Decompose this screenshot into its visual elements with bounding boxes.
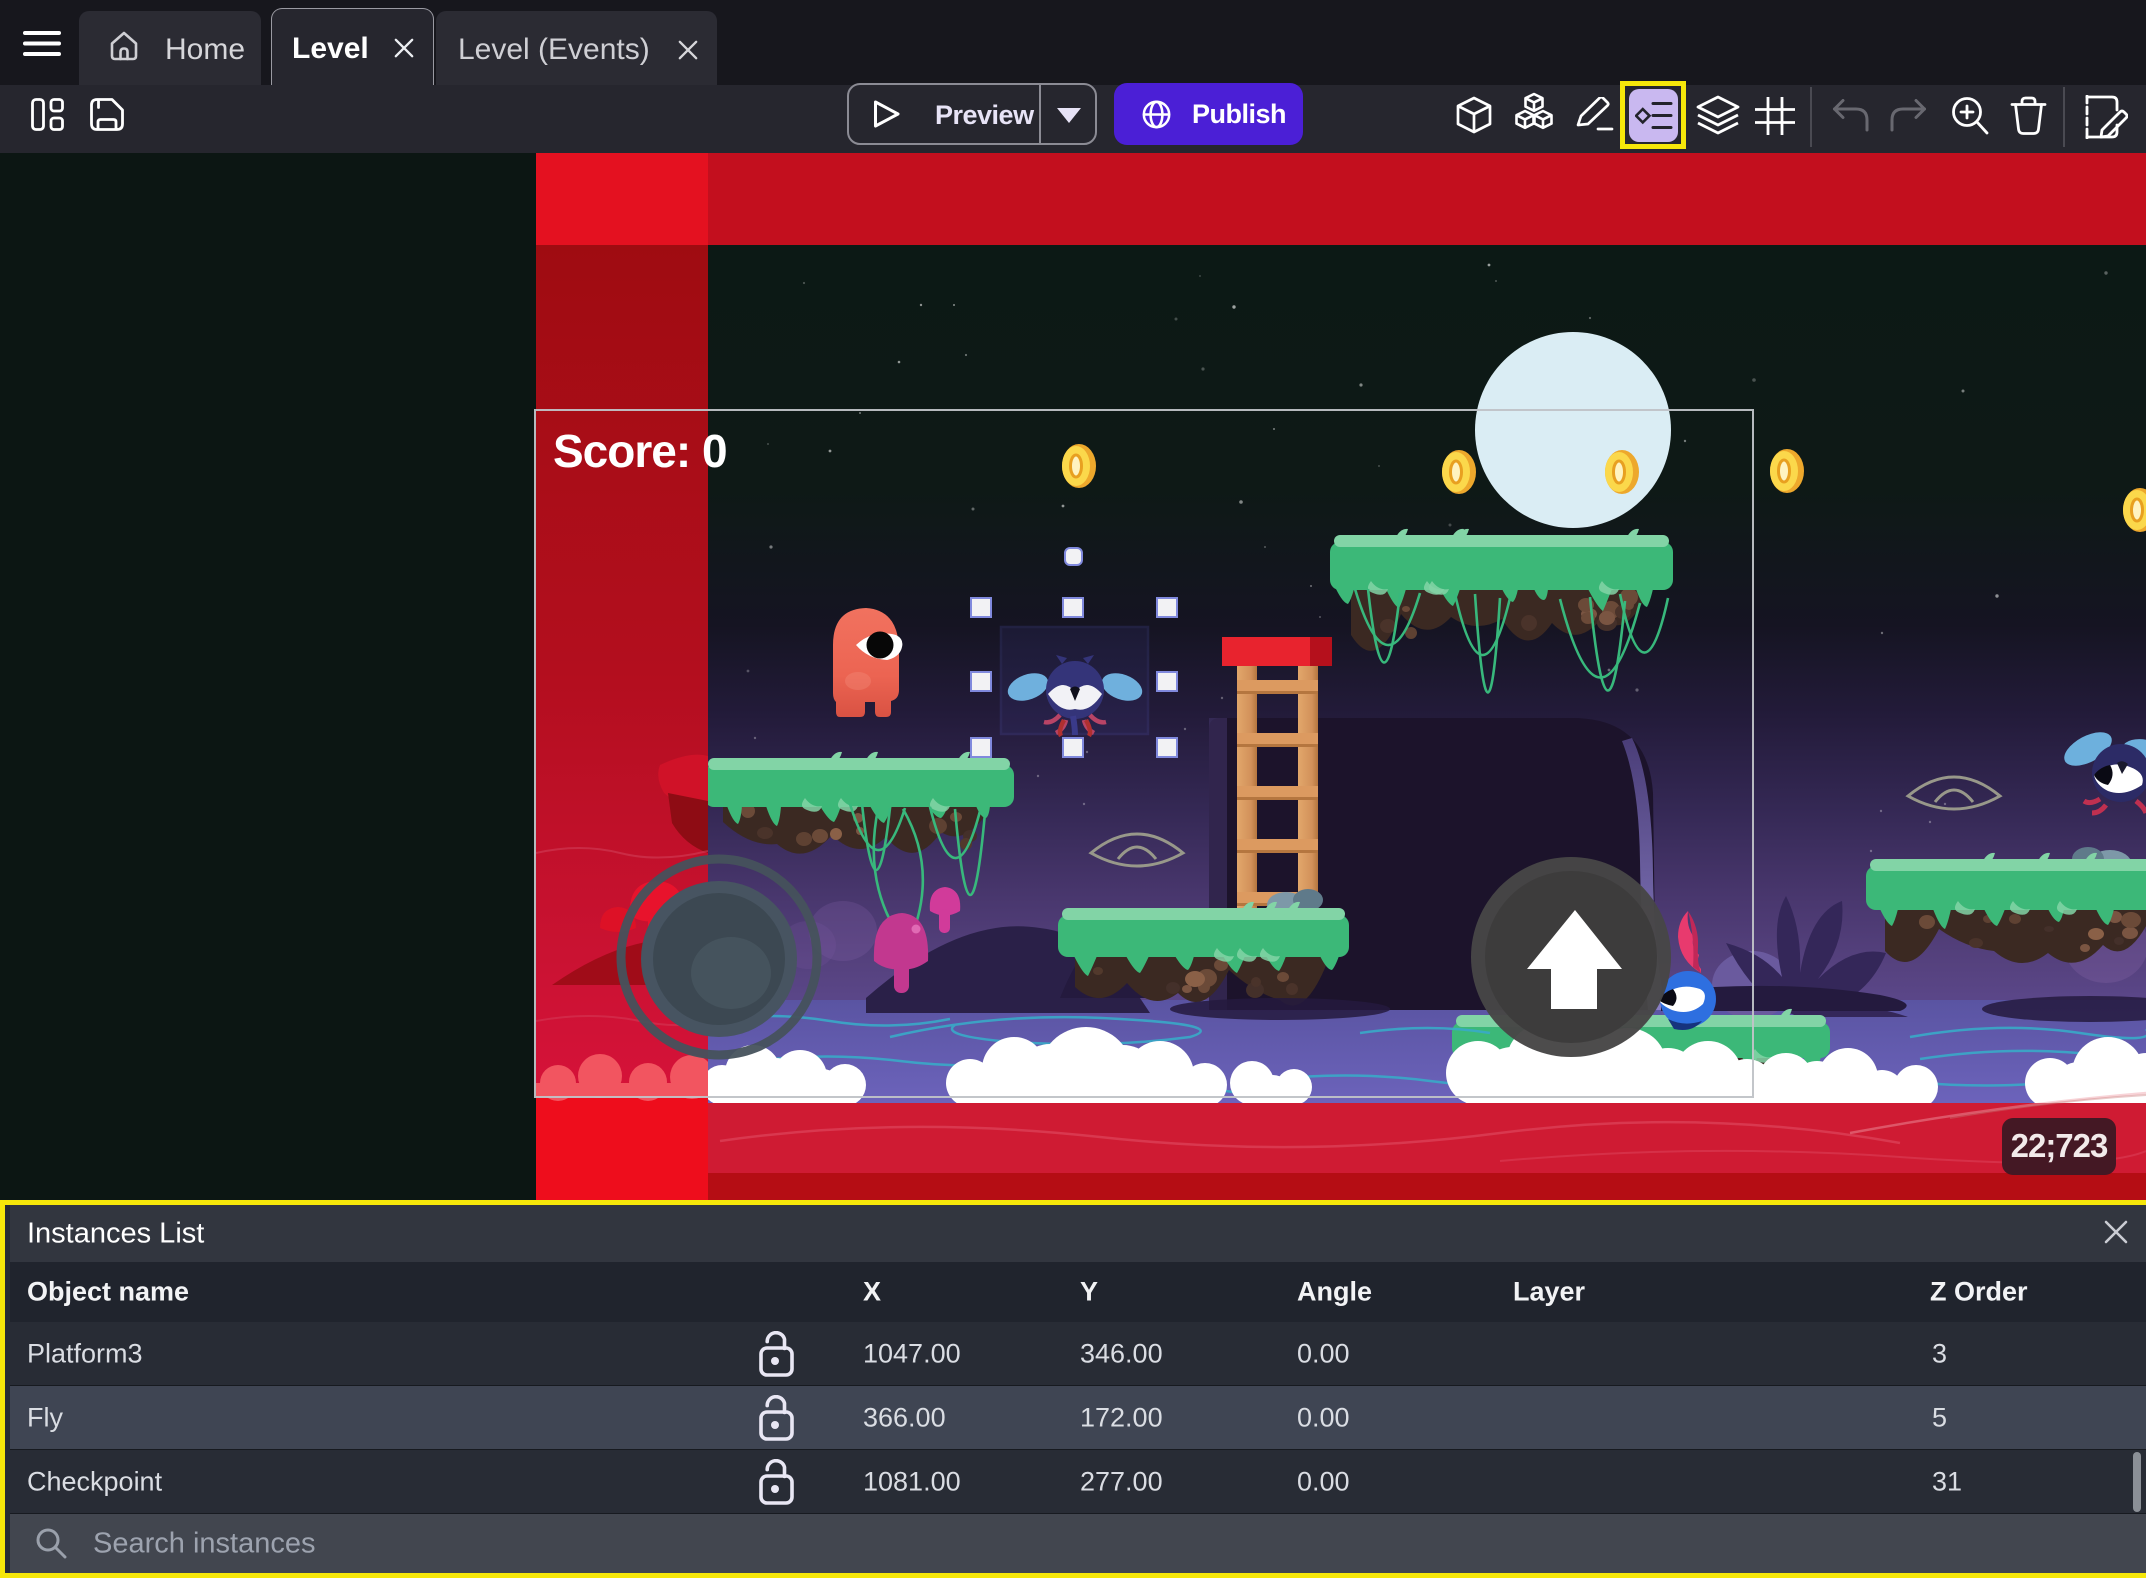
svg-text:Score: 0: Score: 0 [553,425,727,477]
svg-text:22;723: 22;723 [2011,1127,2108,1164]
